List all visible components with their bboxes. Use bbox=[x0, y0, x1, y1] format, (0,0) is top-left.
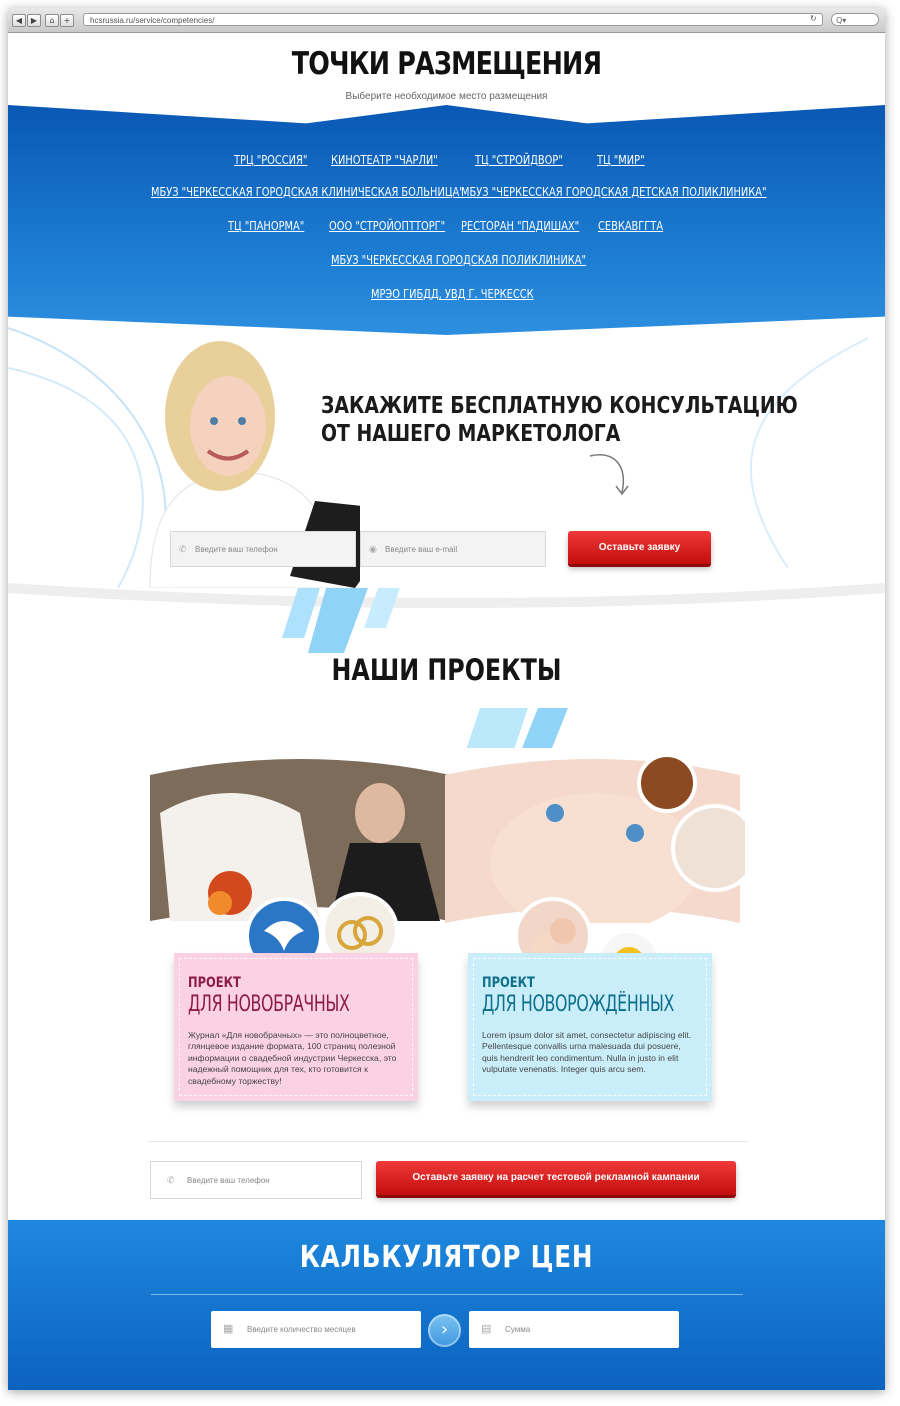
consult-email-input[interactable]: ◉ Введите ваш e-mail bbox=[360, 531, 546, 567]
page-subtitle: Выберите необходимое место размещения bbox=[345, 91, 548, 102]
baby-photo bbox=[445, 753, 745, 923]
forward-icon[interactable]: ▶ bbox=[27, 14, 41, 27]
reload-icon[interactable]: ↻ bbox=[810, 14, 817, 23]
location-link[interactable]: ТЦ "СТРОЙДВОР" bbox=[475, 153, 563, 167]
address-bar[interactable]: hcsrussia.ru/service/competencies/ bbox=[83, 13, 823, 26]
card-kicker: ПРОЕКТ bbox=[188, 975, 241, 991]
consult-submit-button[interactable]: Оставьте заявку bbox=[568, 531, 711, 564]
home-icon[interactable]: ⌂ bbox=[45, 14, 59, 27]
consult-heading-line1: ЗАКАЖИТЕ БЕСПЛАТНУЮ КОНСУЛЬТАЦИЮ bbox=[321, 393, 798, 419]
browser-toolbar: ◀ ▶ ⌂ + hcsrussia.ru/service/competencie… bbox=[8, 8, 885, 33]
consult-heading: ЗАКАЖИТЕ БЕСПЛАТНУЮ КОНСУЛЬТАЦИЮ ОТ НАШЕ… bbox=[321, 392, 798, 448]
location-link[interactable]: МБУЗ "ЧЕРКЕССКАЯ ГОРОДСКАЯ ДЕТСКАЯ ПОЛИК… bbox=[461, 185, 767, 199]
months-placeholder: Введите количество месяцев bbox=[247, 1325, 356, 1334]
location-link[interactable]: СЕВКАВГГТА bbox=[598, 219, 663, 233]
location-link[interactable]: МБУЗ "ЧЕРКЕССКАЯ ГОРОДСКАЯ КЛИНИЧЕСКАЯ Б… bbox=[151, 185, 464, 199]
location-link[interactable]: КИНОТЕАТР "ЧАРЛИ" bbox=[331, 153, 438, 167]
location-link[interactable]: ООО "СТРОЙОПТТОРГ" bbox=[329, 219, 445, 233]
location-link[interactable]: ТЦ "ПАНОРМА" bbox=[228, 219, 304, 233]
location-link[interactable]: МРЭО ГИБДД, УВД Г. ЧЕРКЕССК bbox=[371, 287, 534, 301]
phone-icon: ✆ bbox=[167, 1176, 175, 1186]
project-card-newborns[interactable]: ПРОЕКТ ДЛЯ НОВОРОЖДЁННЫХ Lorem ipsum dol… bbox=[468, 953, 712, 1101]
projects-title: НАШИ ПРОЕКТЫ bbox=[331, 653, 562, 687]
browser-window: ◀ ▶ ⌂ + hcsrussia.ru/service/competencie… bbox=[8, 8, 885, 1390]
wallet-icon: ▤ bbox=[481, 1323, 492, 1335]
add-tab-icon[interactable]: + bbox=[60, 14, 74, 27]
chevron-right-icon[interactable]: › bbox=[428, 1314, 461, 1347]
sum-output[interactable]: ▤ Сумма bbox=[469, 1311, 679, 1348]
card-kicker: ПРОЕКТ bbox=[482, 975, 535, 991]
back-icon[interactable]: ◀ bbox=[12, 14, 26, 27]
location-link[interactable]: РЕСТОРАН "ПАДИШАХ" bbox=[461, 219, 579, 233]
calculator-title: КАЛЬКУЛЯТОР ЦЕН bbox=[299, 1240, 594, 1275]
test-phone-input[interactable]: ✆ Введите ваш телефон bbox=[150, 1161, 362, 1199]
card-title: ДЛЯ НОВОБРАЧНЫХ bbox=[188, 992, 350, 1017]
divider bbox=[148, 1141, 748, 1142]
calculator-divider bbox=[151, 1294, 743, 1295]
eye-icon: ◉ bbox=[369, 545, 377, 555]
months-input[interactable]: ▦ Введите количество месяцев bbox=[211, 1311, 421, 1348]
consult-phone-input[interactable]: ✆ Введите ваш телефон bbox=[170, 531, 356, 567]
page-title: ТОЧКИ РАЗМЕЩЕНИЯ bbox=[291, 46, 602, 82]
card-description: Lorem ipsum dolor sit amet, consectetur … bbox=[482, 1030, 692, 1075]
sum-placeholder: Сумма bbox=[505, 1325, 531, 1334]
card-description: Журнал «Для новобрачных» — это полноцвет… bbox=[188, 1030, 397, 1086]
test-phone-placeholder: Введите ваш телефон bbox=[187, 1176, 270, 1185]
consult-email-placeholder: Введите ваш e-mail bbox=[385, 545, 458, 554]
browser-search-field[interactable]: Q▾ bbox=[831, 13, 879, 26]
curved-arrow-icon bbox=[589, 454, 629, 496]
location-link[interactable]: ТРЦ "РОССИЯ" bbox=[234, 153, 307, 167]
calendar-icon: ▦ bbox=[223, 1323, 234, 1335]
test-campaign-button[interactable]: Оставьте заявку на расчет тестовой рекла… bbox=[376, 1161, 736, 1195]
card-title: ДЛЯ НОВОРОЖДЁННЫХ bbox=[482, 992, 675, 1017]
project-card-newlyweds[interactable]: ПРОЕКТ ДЛЯ НОВОБРАЧНЫХ Журнал «Для новоб… bbox=[174, 953, 418, 1101]
consult-phone-placeholder: Введите ваш телефон bbox=[195, 545, 278, 554]
location-link[interactable]: ТЦ "МИР" bbox=[597, 153, 645, 167]
phone-icon: ✆ bbox=[179, 545, 187, 555]
location-link[interactable]: МБУЗ "ЧЕРКЕССКАЯ ГОРОДСКАЯ ПОЛИКЛИНИКА" bbox=[331, 253, 586, 267]
consult-heading-line2: ОТ НАШЕГО МАРКЕТОЛОГА bbox=[321, 421, 621, 447]
